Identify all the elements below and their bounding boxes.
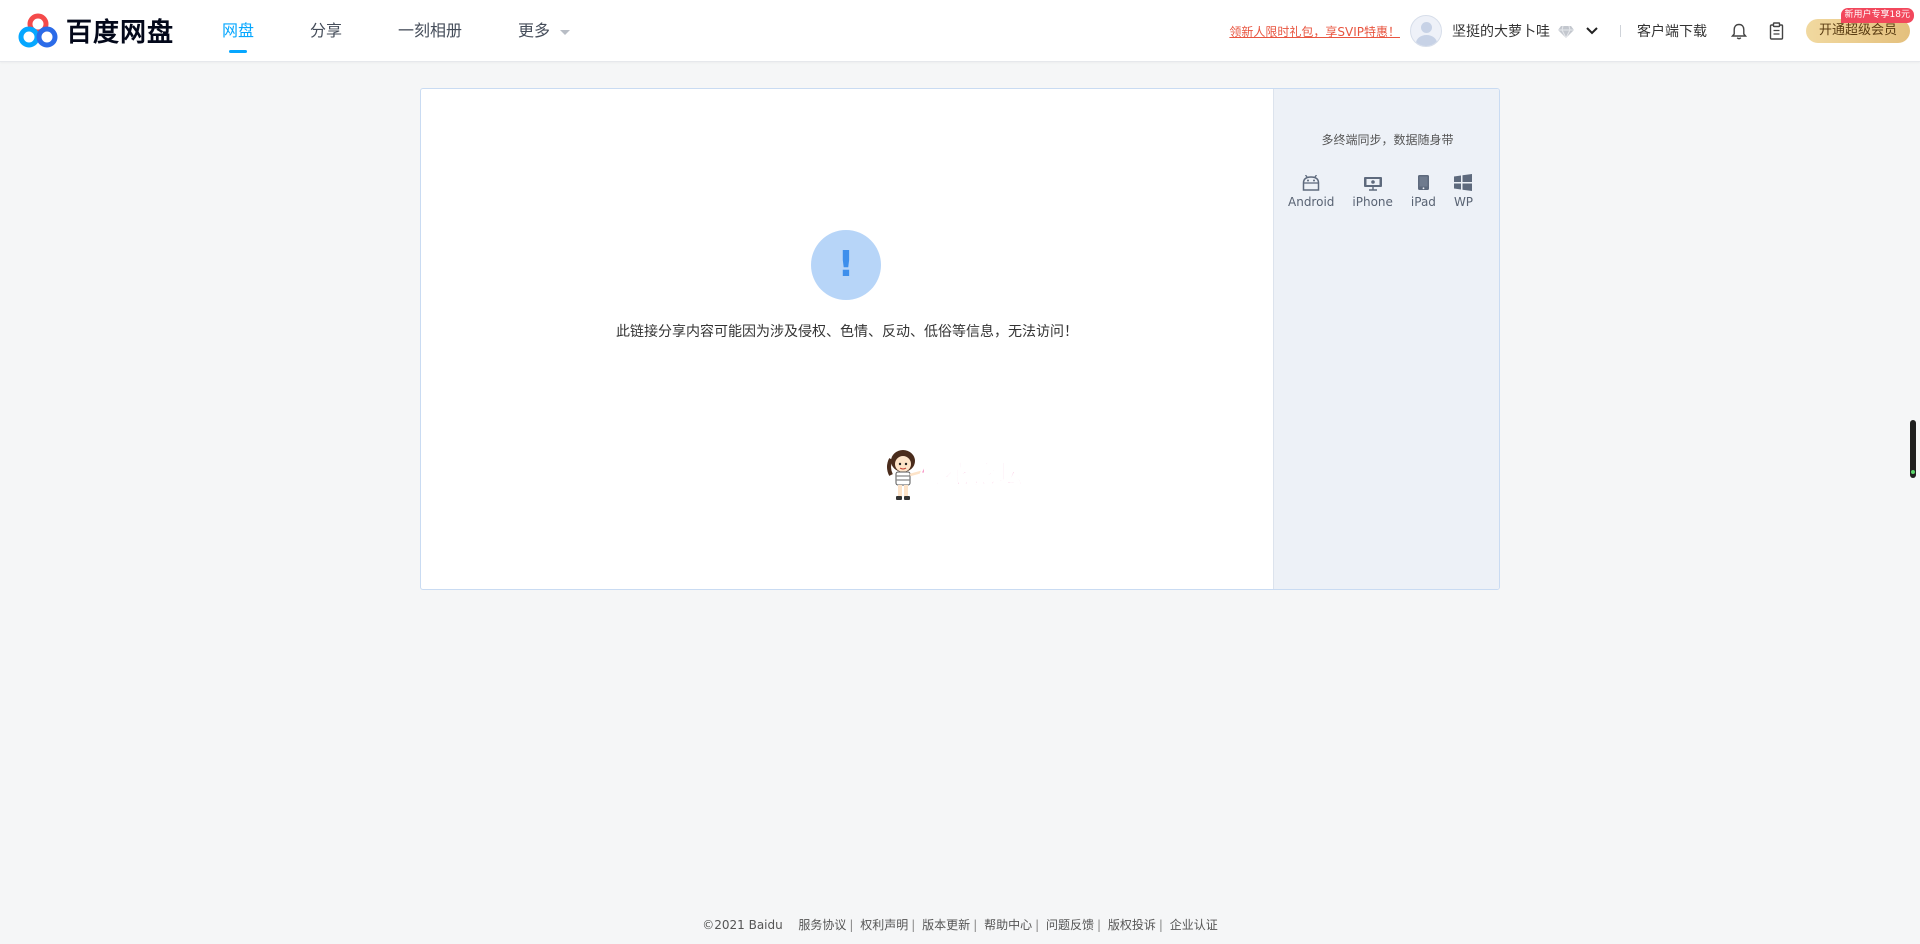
footer-link-terms[interactable]: 服务协议	[798, 918, 846, 932]
main-nav: 网盘 分享 一刻相册 更多	[222, 0, 626, 62]
nav-item-netdisk[interactable]: 网盘	[222, 0, 254, 62]
windows-icon	[1454, 171, 1473, 191]
platform-label: WP	[1453, 195, 1474, 209]
new-user-badge: 新用户专享18元	[1840, 8, 1914, 23]
platform-wp[interactable]: WP	[1454, 171, 1473, 209]
iphone-icon	[1363, 171, 1383, 191]
nav-item-album[interactable]: 一刻相册	[398, 0, 462, 62]
sync-title: 多终端同步，数据随身带	[1321, 133, 1454, 147]
share-error-card: ! 此链接分享内容可能因为涉及侵权、色情、反动、低俗等信息，无法访问！ 村花论坛	[420, 88, 1500, 590]
exclamation-icon: !	[811, 230, 881, 300]
nav-item-share[interactable]: 分享	[310, 0, 342, 62]
baidu-netdisk-logo[interactable]: 百度网盘	[18, 12, 174, 49]
footer-link-rights[interactable]: 权利声明	[860, 918, 908, 932]
footer-sep: |	[1035, 918, 1040, 932]
footer-sep: |	[1096, 918, 1102, 932]
avatar[interactable]	[1409, 15, 1442, 47]
netdisk-logo-icon	[18, 13, 58, 47]
chevron-down-icon[interactable]	[1586, 27, 1598, 35]
nav-label: 网盘	[222, 21, 255, 40]
platform-ipad[interactable]: iPad	[1411, 171, 1436, 209]
ipad-icon	[1417, 171, 1430, 191]
copyright: ©2021 Baidu	[702, 918, 783, 932]
footer-sep: |	[911, 918, 916, 932]
platform-label: iPhone	[1352, 195, 1393, 209]
divider	[1619, 25, 1621, 37]
open-svip-button[interactable]: 开通超级会员 新用户专享18元	[1805, 8, 1914, 43]
footer-link-help[interactable]: 帮助中心	[984, 918, 1032, 932]
clipboard-icon[interactable]	[1769, 22, 1784, 40]
footer-link-enterprise[interactable]: 企业认证	[1170, 918, 1218, 932]
platform-iphone[interactable]: iPhone	[1352, 171, 1393, 209]
nav-label: 一刻相册	[398, 21, 463, 40]
footer-sep: |	[849, 918, 854, 932]
nav-item-more[interactable]: 更多	[518, 0, 571, 62]
platform-label: Android	[1288, 195, 1335, 209]
username[interactable]: 坚挺的大萝卜哇	[1452, 21, 1550, 41]
platform-android[interactable]: Android	[1288, 171, 1334, 209]
header-right: 领新人限时礼包，享SVIP特惠！ 坚挺的大萝卜哇 客户端下载 开通超级会员 新用…	[1229, 0, 1914, 62]
client-sync-panel: 多终端同步，数据随身带 Android iPhone iPad WP	[1273, 89, 1499, 589]
cunhua-forum-watermark: 村花论坛	[885, 447, 1055, 503]
bell-icon[interactable]	[1730, 23, 1747, 40]
scrollbar-indicator	[1911, 470, 1915, 474]
logo-text: 百度网盘	[66, 18, 175, 48]
footer-sep: |	[973, 918, 978, 932]
android-icon	[1302, 171, 1320, 191]
watermark-text: 村花论坛	[916, 460, 1026, 490]
footer-link-updates[interactable]: 版本更新	[922, 918, 970, 932]
footer-link-copyright-complaint[interactable]: 版权投诉	[1108, 918, 1156, 932]
nav-label: 更多	[518, 21, 551, 40]
error-panel: ! 此链接分享内容可能因为涉及侵权、色情、反动、低俗等信息，无法访问！ 村花论坛	[421, 89, 1273, 589]
footer-link-feedback[interactable]: 问题反馈	[1046, 918, 1094, 932]
client-download-link[interactable]: 客户端下载	[1637, 21, 1707, 41]
top-header: 百度网盘 网盘 分享 一刻相册 更多 领新人限时礼包，享SVIP特惠！ 坚挺的大…	[0, 0, 1920, 62]
footer: ©2021 Baidu 服务协议 | 权利声明 | 版本更新 | 帮助中心 | 问题反馈…	[0, 916, 1920, 933]
platform-label: iPad	[1410, 195, 1436, 209]
caret-down-icon	[560, 30, 571, 35]
promo-link[interactable]: 领新人限时礼包，享SVIP特惠！	[1229, 23, 1400, 40]
diamond-icon	[1557, 25, 1574, 38]
platform-list: Android iPhone iPad WP	[1288, 171, 1473, 209]
nav-label: 分享	[310, 21, 343, 40]
error-message: 此链接分享内容可能因为涉及侵权、色情、反动、低俗等信息，无法访问！	[616, 324, 1078, 340]
vip-button-label: 开通超级会员	[1818, 23, 1897, 38]
footer-sep: |	[1158, 918, 1163, 932]
